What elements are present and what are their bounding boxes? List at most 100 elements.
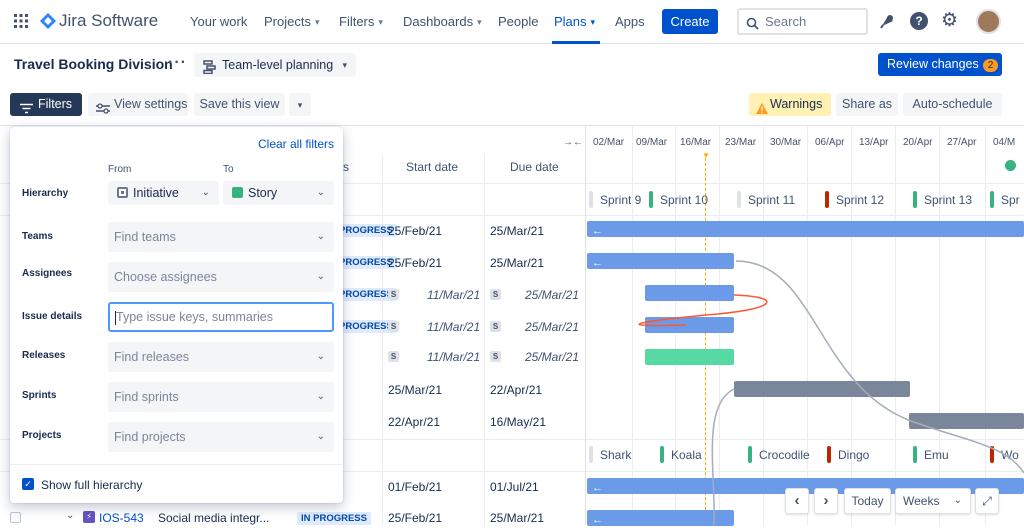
due-date-cell[interactable]: 25/Mar/21	[490, 256, 544, 270]
scroll-next-button[interactable]: ›	[814, 488, 838, 514]
issue-details-input[interactable]: Type issue keys, summaries	[108, 302, 334, 332]
projects-label: Projects	[22, 430, 62, 441]
save-view-button[interactable]: Save this view	[194, 93, 285, 116]
jira-logo-icon[interactable]	[40, 13, 56, 29]
projects-select[interactable]: Find projects ⌄	[108, 422, 334, 452]
issue-summary[interactable]: Social media integr...	[158, 511, 269, 525]
fullscreen-button[interactable]: ⤢	[975, 488, 999, 514]
share-as-button[interactable]: Share as	[836, 93, 898, 116]
start-date-header[interactable]: Start date	[406, 160, 458, 174]
notifications-icon[interactable]	[879, 13, 896, 35]
due-date-cell[interactable]: 25/Mar/21	[490, 224, 544, 238]
due-date-cell[interactable]: 22/Apr/21	[490, 383, 542, 397]
start-date-cell[interactable]: 25/Feb/21	[388, 256, 442, 270]
chevron-left-icon: ‹	[794, 492, 800, 509]
due-date-cell[interactable]: 25/Mar/21	[525, 288, 579, 302]
sprint-label[interactable]: Spr	[1001, 193, 1020, 207]
row-checkbox[interactable]	[10, 512, 21, 523]
hierarchy-from-select[interactable]: Initiative ⌄	[108, 181, 219, 205]
due-date-cell[interactable]: 25/Mar/21	[525, 320, 579, 334]
zoom-select[interactable]: Weeks ⌄	[895, 488, 971, 514]
create-button[interactable]: Create	[662, 9, 718, 34]
release-marker-icon[interactable]	[1005, 160, 1016, 171]
sprint-marker	[913, 191, 917, 208]
epic-icon: ⚡	[83, 511, 95, 523]
nav-projects[interactable]: Projects ▾	[264, 14, 320, 29]
sprint-label[interactable]: Sprint 13	[924, 193, 972, 207]
expand-icon: ⤢	[982, 494, 992, 508]
teams-select[interactable]: Find teams ⌄	[108, 222, 334, 252]
timeline-date: 16/Mar	[680, 137, 712, 148]
nav-people[interactable]: People	[498, 14, 538, 29]
app-switcher-icon[interactable]	[14, 14, 28, 28]
chevron-down-icon[interactable]: ⌄	[66, 510, 74, 521]
product-name[interactable]: Jira Software	[59, 11, 158, 31]
more-actions-icon[interactable]: ···	[168, 55, 187, 71]
timeline-date: 02/Mar	[593, 137, 625, 148]
nav-apps[interactable]: Apps	[615, 14, 645, 29]
chevron-down-icon: ⌄	[316, 351, 325, 362]
sprint-label[interactable]: Sprint 9	[600, 193, 641, 207]
hierarchy-to-select[interactable]: Story ⌄	[223, 181, 334, 205]
sprints-select[interactable]: Find sprints ⌄	[108, 382, 334, 412]
assignees-placeholder: Choose assignees	[114, 270, 217, 284]
start-date-cell[interactable]: 25/Mar/21	[388, 383, 442, 397]
releases-select[interactable]: Find releases ⌄	[108, 342, 334, 372]
more-view-options-button[interactable]: ▾	[289, 93, 311, 116]
teams-placeholder: Find teams	[114, 230, 176, 244]
search-input[interactable]: Search	[737, 8, 868, 35]
avatar[interactable]	[976, 9, 1001, 34]
start-date-cell[interactable]: 25/Feb/21	[388, 224, 442, 238]
auto-schedule-button[interactable]: Auto-schedule	[903, 93, 1002, 116]
sprint-label[interactable]: Sprint 12	[836, 193, 884, 207]
view-settings-button[interactable]: View settings	[88, 93, 188, 116]
review-count-badge: 2	[982, 59, 999, 72]
due-date-cell[interactable]: 16/May/21	[490, 415, 546, 429]
warnings-label: Warnings	[770, 97, 823, 111]
column-divider	[382, 155, 383, 525]
status-badge: IN PROGRESS	[297, 512, 371, 525]
due-date-header[interactable]: Due date	[510, 160, 559, 174]
settings-gear-icon[interactable]: ⚙	[941, 11, 958, 31]
chevron-down-icon: ▾	[378, 17, 383, 28]
nav-dashboards[interactable]: Dashboards ▾	[403, 14, 482, 29]
help-icon[interactable]: ?	[910, 12, 928, 30]
warnings-button[interactable]: Warnings	[749, 93, 831, 116]
nav-filters[interactable]: Filters ▾	[339, 14, 383, 29]
issue-key-link[interactable]: IOS-543	[99, 511, 144, 525]
due-date-cell[interactable]: 25/Mar/21	[525, 350, 579, 364]
show-full-hierarchy-checkbox[interactable]: ✓	[22, 478, 34, 490]
chevron-down-icon: ▾	[342, 60, 347, 70]
sprint-label[interactable]: Sprint 10	[660, 193, 708, 207]
due-date-cell[interactable]: 01/Jul/21	[490, 480, 539, 494]
start-date-cell[interactable]: 11/Mar/21	[427, 350, 480, 364]
dependency-line	[711, 388, 735, 525]
scroll-prev-button[interactable]: ‹	[785, 488, 809, 514]
timeline-date: 27/Apr	[947, 137, 977, 148]
clear-all-filters-link[interactable]: Clear all filters	[258, 137, 334, 151]
from-label: From	[108, 164, 132, 175]
search-icon	[746, 14, 759, 37]
filters-button[interactable]: Filters	[10, 93, 82, 116]
start-date-cell[interactable]: 25/Feb/21	[388, 511, 442, 525]
due-date-cell[interactable]: 25/Mar/21	[490, 511, 544, 525]
start-date-cell[interactable]: 22/Apr/21	[388, 415, 440, 429]
nav-plans[interactable]: Plans ▾	[554, 14, 595, 29]
timeline-date: 20/Apr	[903, 137, 933, 148]
review-changes-button[interactable]: Review changes 2	[878, 53, 1002, 76]
start-date-cell[interactable]: 11/Mar/21	[427, 288, 480, 302]
timeline-date: 06/Apr	[815, 137, 845, 148]
issue-details-placeholder: Type issue keys, summaries	[116, 310, 273, 324]
column-divider	[484, 155, 485, 525]
start-date-cell[interactable]: 11/Mar/21	[427, 320, 480, 334]
sprints-label: Sprints	[22, 390, 57, 401]
today-button[interactable]: Today	[844, 488, 891, 514]
sprint-marker	[649, 191, 653, 208]
assignees-select[interactable]: Choose assignees ⌄	[108, 262, 334, 292]
plan-view-selector[interactable]: Team-level planning ▾	[194, 53, 356, 77]
collapse-columns-icon[interactable]: →←	[563, 137, 583, 148]
nav-your-work[interactable]: Your work	[190, 14, 247, 29]
sprint-label[interactable]: Sprint 11	[748, 193, 795, 207]
start-date-cell[interactable]: 01/Feb/21	[388, 480, 442, 494]
show-full-hierarchy-label[interactable]: Show full hierarchy	[41, 478, 142, 492]
